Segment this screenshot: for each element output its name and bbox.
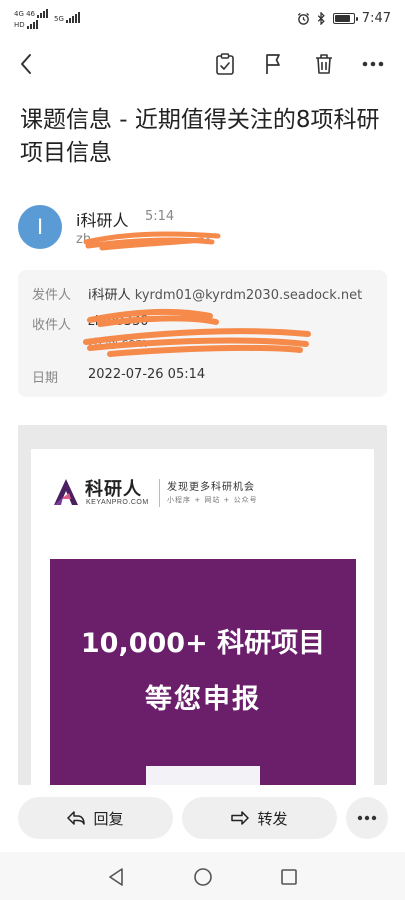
keyanpro-logo-icon — [54, 479, 78, 505]
from-value[interactable]: i科研人 kyrdm01@kyrdm2030.seadock.net — [88, 284, 362, 303]
todo-button[interactable] — [209, 48, 241, 80]
promo-banner[interactable]: 10,000+ 科研项目 等您申报 — [50, 559, 356, 785]
nav-home-button[interactable] — [192, 866, 214, 888]
reply-button[interactable]: 回复 — [18, 797, 173, 839]
sender-name: i科研人 — [76, 211, 129, 230]
back-button[interactable] — [10, 48, 42, 80]
from-label: 发件人 — [32, 288, 72, 303]
status-right: 7:47 — [297, 11, 391, 26]
bluetooth-icon — [317, 11, 325, 25]
sender-row[interactable]: I i科研人 5:14 zh — [18, 200, 388, 256]
battery-icon — [332, 12, 358, 24]
more-actions-button[interactable] — [346, 797, 388, 839]
flag-icon — [266, 54, 280, 74]
sim-signals: 4G 46 HD — [14, 8, 49, 29]
nav-back-icon — [109, 868, 123, 886]
date-label: 日期 — [32, 371, 59, 386]
delete-button[interactable] — [308, 48, 340, 80]
more-horizontal-icon — [362, 61, 384, 67]
alarm-icon — [297, 12, 309, 25]
from-email: kyrdm01@kyrdm2030.seadock.net — [134, 288, 363, 303]
wifi-label: 5G — [54, 15, 64, 23]
email-body[interactable]: 科研人 KEYANPRO.COM 发现更多科研机会 小程序 + 网站 + 公众号… — [18, 425, 387, 785]
back-arrow-icon — [21, 54, 31, 74]
sender-address: zh — [76, 232, 92, 247]
forward-button[interactable]: 转发 — [182, 797, 337, 839]
promo-cta-button[interactable] — [146, 766, 260, 785]
reply-label: 回复 — [93, 809, 124, 828]
system-nav-bar — [0, 852, 405, 900]
sim1-label: 4G 46 — [14, 9, 36, 18]
brand-name: 科研人 — [85, 479, 142, 500]
status-bar: 4G 46 HD 5G 7:47 — [0, 0, 405, 36]
chevron-up-icon[interactable] — [202, 236, 214, 244]
brand-sub: KEYANPRO.COM — [86, 499, 149, 506]
sim2-label: HD — [14, 20, 25, 29]
flag-button[interactable] — [257, 48, 289, 80]
nav-recents-button[interactable] — [278, 866, 300, 888]
more-options-button[interactable] — [357, 48, 389, 80]
to-value-1[interactable]: zh 90330 — [88, 314, 149, 329]
wifi-signal-icon — [65, 12, 80, 23]
avatar[interactable]: I — [18, 205, 62, 249]
email-details: 发件人 i科研人 kyrdm01@kyrdm2030.seadock.net 收… — [18, 270, 387, 397]
sim2-signal-icon — [26, 19, 38, 29]
to-label: 收件人 — [32, 318, 72, 333]
email-subject: 课题信息 - 近期值得关注的8项科研项目信息 — [20, 107, 380, 166]
reply-arrow-icon — [67, 811, 86, 825]
sim1-signal-icon — [37, 8, 49, 18]
forward-label: 转发 — [257, 809, 288, 828]
clipboard-check-icon — [216, 53, 234, 75]
brand-tagline: 发现更多科研机会 — [167, 482, 255, 493]
email-toolbar — [0, 42, 405, 86]
action-bar: 回复 转发 — [0, 797, 405, 843]
to-value-2[interactable]: zh @.com — [88, 336, 147, 350]
nav-recents-icon — [281, 869, 297, 885]
promo-headline: 10,000+ 科研项目 — [80, 628, 326, 659]
forward-arrow-icon — [231, 811, 250, 825]
from-name: i科研人 — [88, 288, 131, 303]
date-value: 2022-07-26 05:14 — [88, 367, 206, 382]
brand-tagline-sub: 小程序 + 网站 + 公众号 — [167, 496, 258, 504]
sender-time: 5:14 — [145, 209, 175, 224]
battery-level — [334, 14, 351, 22]
promo-subheadline: 等您申报 — [145, 684, 261, 715]
newsletter-card: 科研人 KEYANPRO.COM 发现更多科研机会 小程序 + 网站 + 公众号… — [31, 449, 374, 785]
more-horizontal-icon — [357, 815, 377, 821]
brand-divider — [159, 479, 160, 507]
signal-indicators: 4G 46 HD 5G — [14, 8, 80, 29]
trash-icon — [316, 54, 332, 74]
nav-back-button[interactable] — [105, 866, 127, 888]
redaction-scribble-recipient — [83, 308, 311, 357]
clock: 7:47 — [361, 10, 391, 26]
nav-home-icon — [194, 868, 212, 886]
